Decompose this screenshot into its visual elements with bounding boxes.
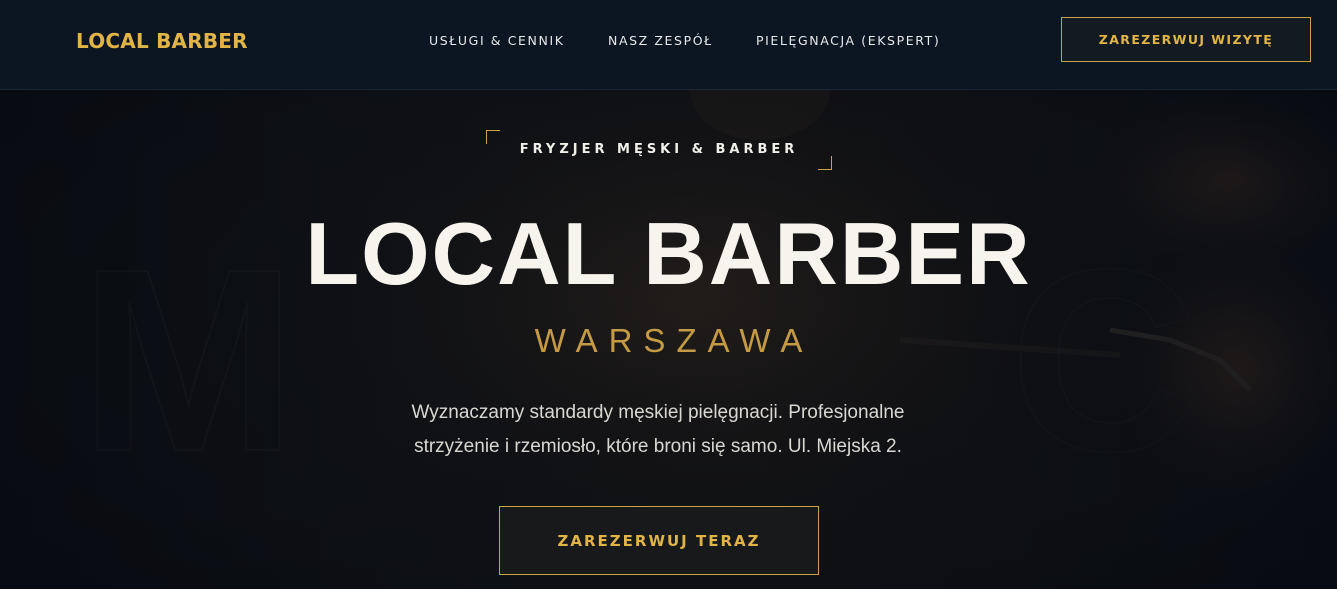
top-navbar: LOCAL BARBER USŁUGI & CENNIK NASZ ZESPÓŁ… [0, 0, 1337, 90]
nav-link-services-pricing[interactable]: USŁUGI & CENNIK [429, 33, 565, 48]
hero-description: Wyznaczamy standardy męskiej pielęgnacji… [411, 402, 905, 457]
site-logo[interactable]: LOCAL BARBER [76, 29, 248, 53]
nav-link-our-team[interactable]: NASZ ZESPÓŁ [608, 33, 713, 48]
hero-title: LOCAL BARBER [305, 204, 1032, 303]
hero-city: WARSZAWA [534, 322, 814, 359]
book-visit-button[interactable]: ZAREZERWUJ WIZYTĘ [1061, 17, 1311, 62]
frame-corner-bottom-right [818, 156, 832, 170]
hero-tagline: FRYZJER MĘSKI & BARBER [519, 142, 799, 157]
nav-link-grooming-expert[interactable]: PIELĘGNACJA (EKSPERT) [756, 33, 940, 48]
tagline-frame: FRYZJER MĘSKI & BARBER [486, 130, 832, 170]
book-now-button[interactable]: ZAREZERWUJ TERAZ [499, 506, 819, 575]
hero-section: M C FRYZJER MĘSKI & BARBER LOCAL BARBER … [0, 90, 1337, 589]
